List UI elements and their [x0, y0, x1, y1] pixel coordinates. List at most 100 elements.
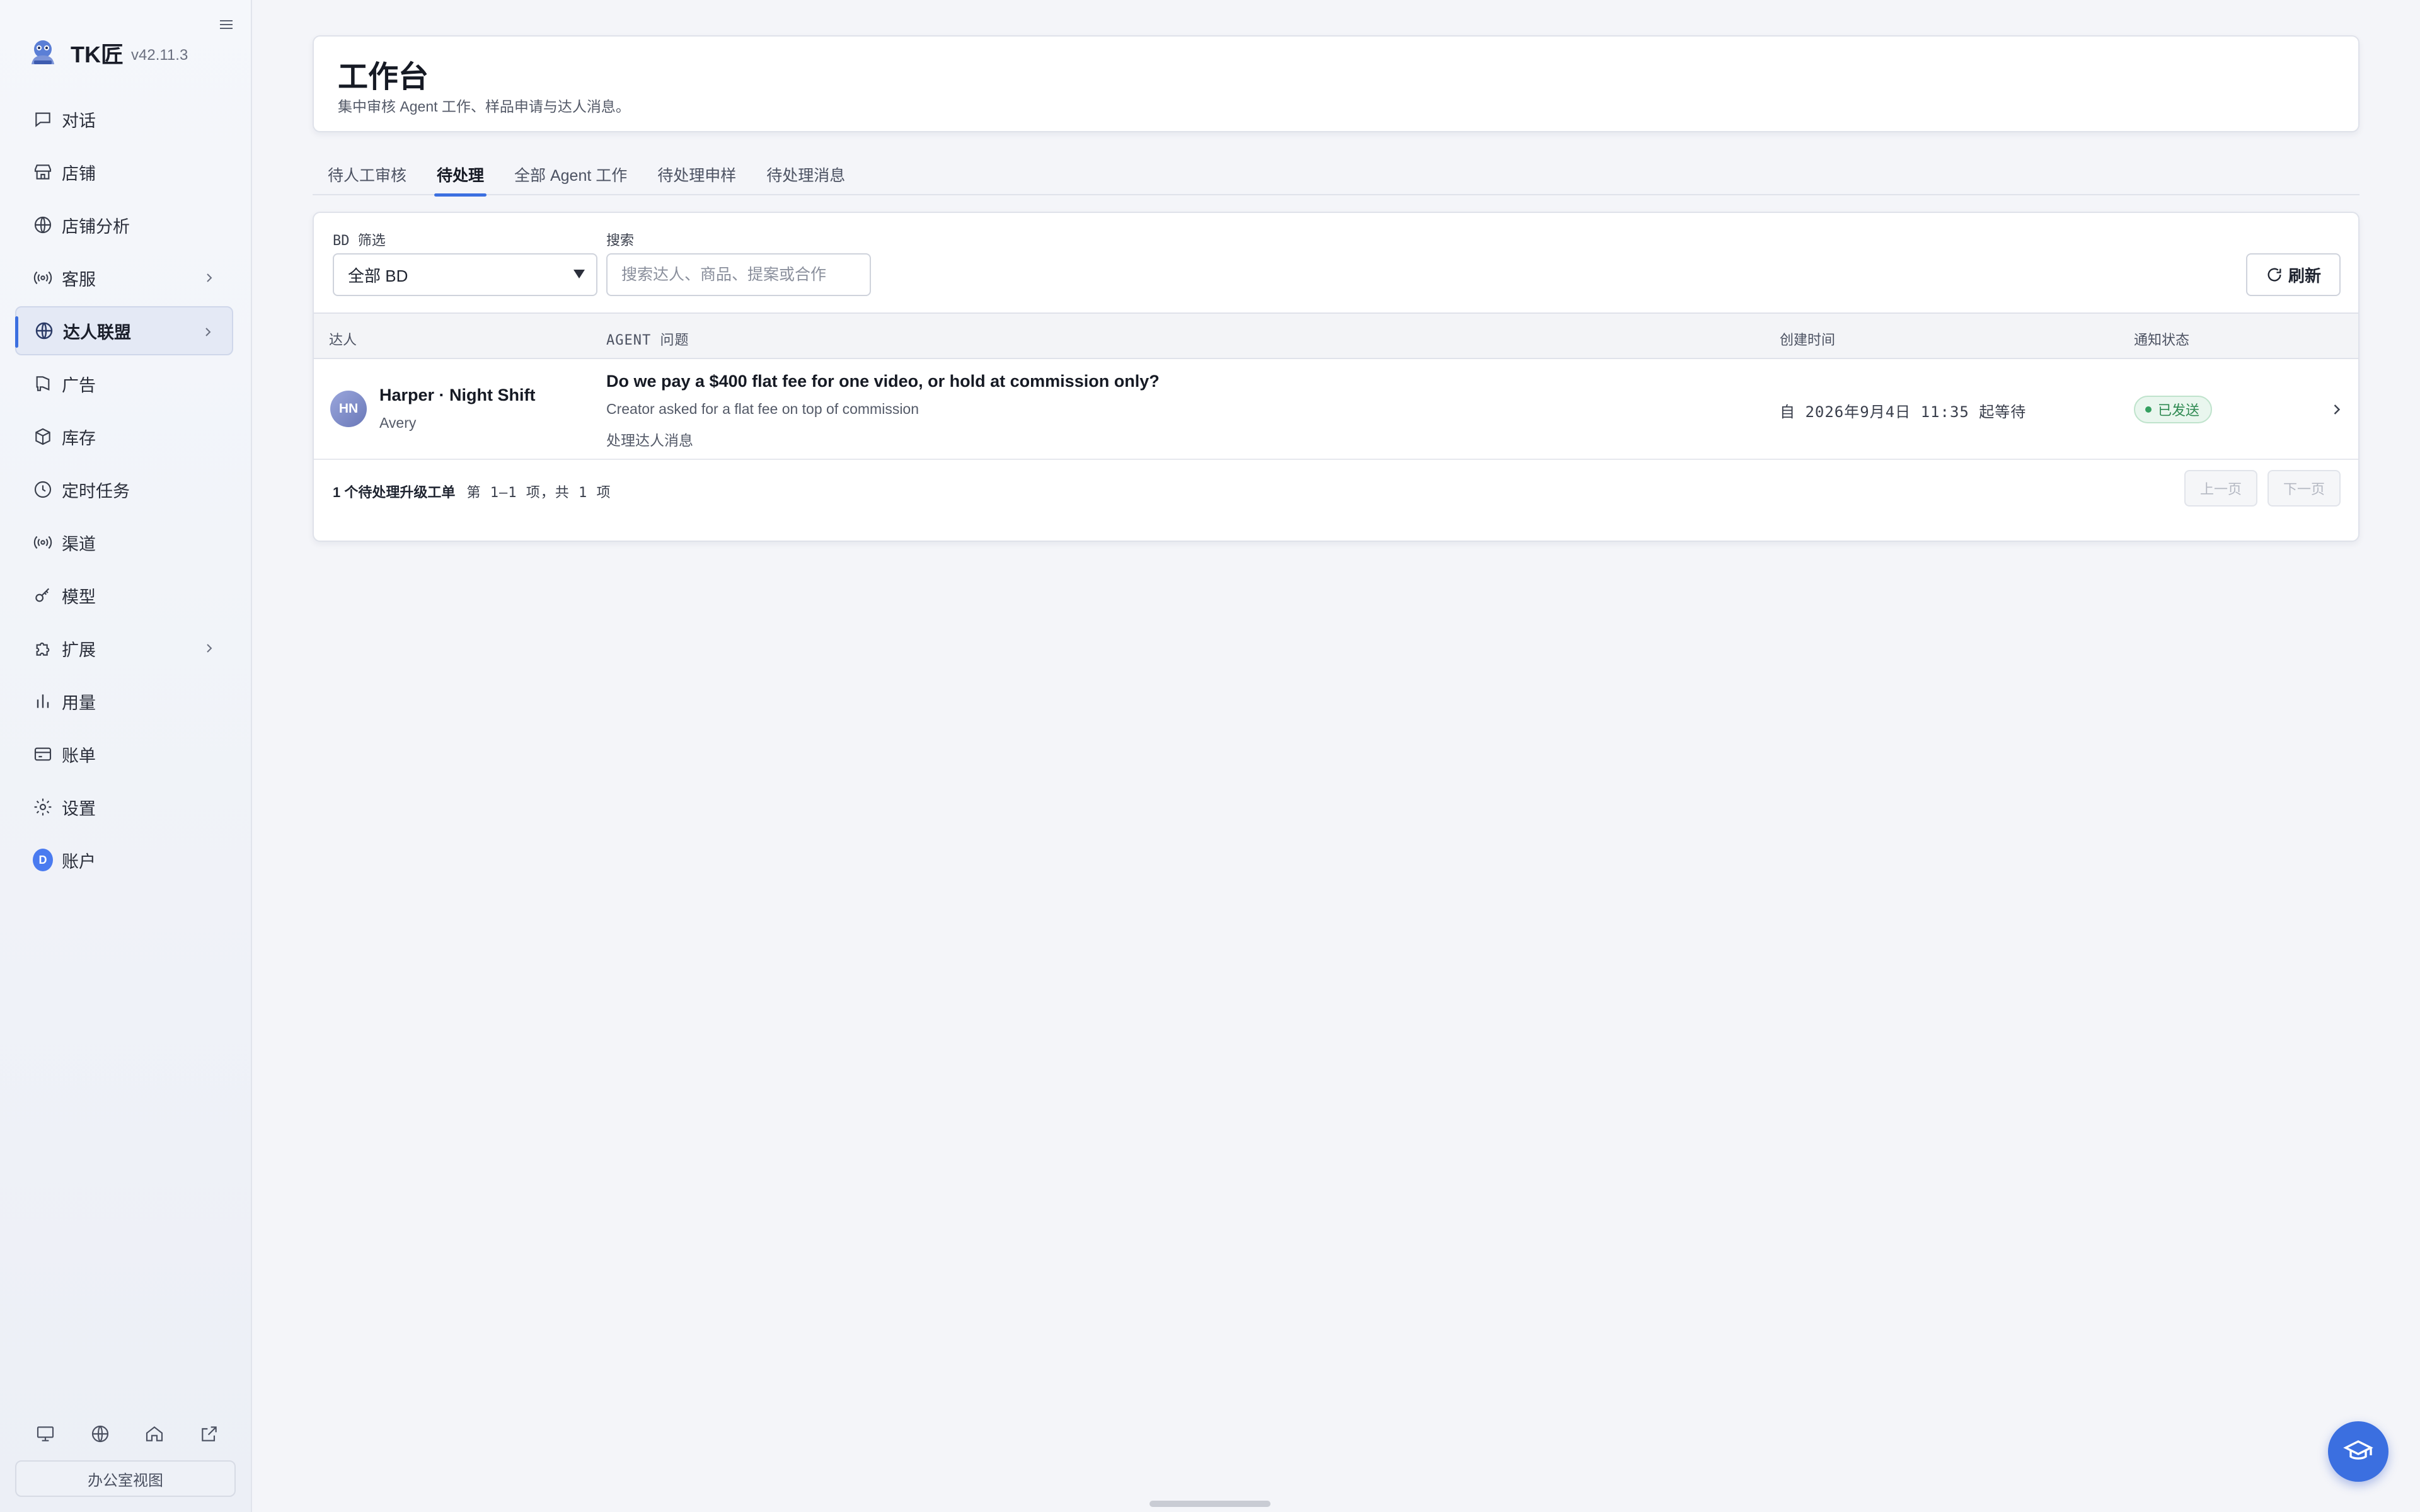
- page-title: 工作台: [338, 60, 429, 94]
- pagination-count: 1 个待处理升级工单: [333, 484, 456, 500]
- column-agent-question: AGENT 问题: [606, 333, 689, 348]
- sidebar-item-label: 设置: [62, 799, 96, 818]
- search-label: 搜索: [606, 233, 635, 249]
- table-header: 达人 AGENT 问题 创建时间 通知状态: [314, 312, 2358, 359]
- sidebar-item-label: 账户: [62, 852, 96, 871]
- sidebar-item-store-analytics[interactable]: 店铺分析: [15, 200, 233, 249]
- creator-owner: Avery: [379, 415, 417, 431]
- app-root: TK匠 v42.11.3 对话 店铺 店铺分析 客服 达人联盟 广告 库存 定时…: [0, 0, 2420, 1512]
- broadcast-icon: [33, 532, 53, 553]
- box-icon: [33, 427, 53, 447]
- gear-icon: [33, 797, 53, 817]
- office-view-button[interactable]: 办公室视图: [15, 1460, 236, 1497]
- sidebar-item-label: 定时任务: [62, 481, 130, 501]
- sidebar-footer-icons: [33, 1421, 222, 1446]
- chat-icon: [33, 109, 53, 129]
- status-label: 已发送: [2158, 403, 2200, 418]
- home-icon[interactable]: [142, 1421, 167, 1446]
- page-header: 工作台 集中审核 Agent 工作、样品申请与达人消息。: [313, 35, 2360, 132]
- megaphone-icon: [33, 374, 53, 394]
- key-icon: [33, 585, 53, 605]
- page-subtitle: 集中审核 Agent 工作、样品申请与达人消息。: [338, 98, 630, 115]
- sidebar-item-inventory[interactable]: 库存: [15, 412, 233, 461]
- question-description: Creator asked for a flat fee on top of c…: [606, 401, 919, 417]
- prev-page-button[interactable]: 上一页: [2184, 470, 2257, 507]
- brand-version: v42.11.3: [131, 47, 188, 64]
- refresh-icon: [2267, 268, 2281, 282]
- account-avatar-letter: D: [33, 849, 53, 871]
- question-action: 处理达人消息: [606, 432, 693, 449]
- sidebar-item-billing[interactable]: 账单: [15, 730, 233, 779]
- caret-down-icon: [573, 270, 585, 278]
- sidebar-nav: 对话 店铺 店铺分析 客服 达人联盟 广告 库存 定时任务 渠道 模型 扩展 用…: [15, 94, 233, 888]
- sidebar-item-chat[interactable]: 对话: [15, 94, 233, 144]
- next-page-button[interactable]: 下一页: [2267, 470, 2341, 507]
- broadcast-icon: [33, 268, 53, 288]
- brand-logo-icon: [32, 40, 54, 64]
- column-created-time: 创建时间: [1780, 332, 1836, 348]
- external-link-icon[interactable]: [197, 1421, 222, 1446]
- tab-all-agent-work[interactable]: 全部 Agent 工作: [499, 154, 642, 195]
- help-button[interactable]: [2328, 1421, 2388, 1482]
- sidebar-item-ads[interactable]: 广告: [15, 359, 233, 408]
- bd-filter-select[interactable]: 全部 BD: [333, 253, 597, 296]
- status-dot: [2145, 406, 2152, 413]
- sidebar-item-label: 达人联盟: [63, 323, 131, 342]
- creator-name: Harper · Night Shift: [379, 386, 536, 404]
- sidebar: TK匠 v42.11.3 对话 店铺 店铺分析 客服 达人联盟 广告 库存 定时…: [0, 0, 252, 1512]
- bd-filter-value: 全部 BD: [348, 266, 408, 285]
- store-icon: [33, 162, 53, 182]
- monitor-icon[interactable]: [33, 1421, 58, 1446]
- chevron-right-icon[interactable]: [2328, 401, 2346, 418]
- avatar: D: [33, 849, 53, 871]
- sidebar-item-scheduled-tasks[interactable]: 定时任务: [15, 465, 233, 514]
- sidebar-item-store[interactable]: 店铺: [15, 147, 233, 197]
- pagination-range: 第 1–1 项，共 1 项: [466, 485, 611, 501]
- sidebar-item-label: 渠道: [62, 534, 96, 554]
- sidebar-item-settings[interactable]: 设置: [15, 782, 233, 832]
- search-input[interactable]: [606, 253, 871, 296]
- sidebar-item-label: 扩展: [62, 640, 96, 660]
- sidebar-item-label: 店铺分析: [62, 217, 130, 236]
- pagination-summary: 1 个待处理升级工单 第 1–1 项，共 1 项: [333, 481, 611, 501]
- tab-pending-sample-requests[interactable]: 待处理申样: [642, 154, 751, 195]
- sidebar-item-label: 广告: [62, 375, 96, 395]
- tab-pending-manual-review[interactable]: 待人工审核: [313, 154, 422, 195]
- column-creator: 达人: [329, 332, 357, 348]
- bar-chart-icon: [33, 691, 53, 711]
- puzzle-icon: [33, 638, 53, 658]
- globe-icon: [33, 215, 53, 235]
- sidebar-item-label: 模型: [62, 587, 96, 607]
- escalation-list: BD 筛选 全部 BD 搜索 刷新 达人 AGENT 问题 创建时间 通知状态 …: [313, 212, 2360, 542]
- refresh-label: 刷新: [2288, 266, 2321, 285]
- sidebar-item-label: 库存: [62, 428, 96, 448]
- workbench-tabs: 待人工审核 待处理 全部 Agent 工作 待处理申样 待处理消息: [313, 154, 2360, 197]
- sidebar-item-usage[interactable]: 用量: [15, 677, 233, 726]
- clock-icon: [33, 479, 53, 500]
- bd-filter-label: BD 筛选: [333, 233, 386, 249]
- question-title: Do we pay a $400 flat fee for one video,…: [606, 372, 1160, 391]
- created-time: 自 2026年9月4日 11:35 起等待: [1780, 403, 2027, 421]
- sidebar-item-label: 账单: [62, 746, 96, 765]
- brand[interactable]: TK匠 v42.11.3: [25, 33, 188, 73]
- refresh-button[interactable]: 刷新: [2246, 253, 2341, 296]
- sidebar-item-models[interactable]: 模型: [15, 571, 233, 620]
- table-row[interactable]: HN Harper · Night Shift Avery Do we pay …: [314, 359, 2358, 460]
- sidebar-item-channels[interactable]: 渠道: [15, 518, 233, 567]
- sidebar-item-extensions[interactable]: 扩展: [15, 624, 233, 673]
- sidebar-item-label: 客服: [62, 270, 96, 289]
- tab-pending-messages[interactable]: 待处理消息: [751, 154, 860, 195]
- status-badge: 已发送: [2134, 396, 2213, 423]
- chevron-right-icon: [207, 644, 212, 653]
- scrollbar-handle[interactable]: [1150, 1501, 1270, 1507]
- collapse-sidebar-button[interactable]: [217, 15, 236, 34]
- globe-icon[interactable]: [88, 1421, 113, 1446]
- chevron-right-icon: [207, 273, 212, 282]
- globe-icon: [34, 321, 54, 341]
- sidebar-item-customer-service[interactable]: 客服: [15, 253, 233, 302]
- sidebar-item-creator-alliance[interactable]: 达人联盟: [15, 306, 233, 355]
- tab-pending[interactable]: 待处理: [422, 154, 499, 197]
- credit-card-icon: [33, 744, 53, 764]
- sidebar-item-account[interactable]: D 账户: [15, 835, 233, 885]
- sidebar-item-label: 用量: [62, 693, 96, 713]
